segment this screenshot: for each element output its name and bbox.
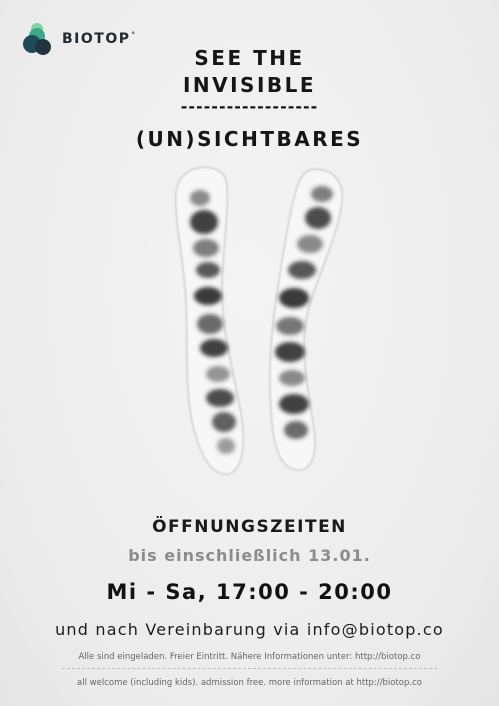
footer-note-english: all welcome (including kids). admission … bbox=[77, 678, 422, 688]
headline-line-1: SEE THE bbox=[194, 46, 305, 70]
opening-hours-title: ÖFFNUNGSZEITEN bbox=[152, 517, 347, 537]
appointment-contact[interactable]: und nach Vereinbarung via info@biotop.co bbox=[0, 620, 499, 639]
chromosome-image bbox=[160, 160, 350, 484]
footer-divider bbox=[62, 668, 437, 669]
footer-note-german: Alle sind eingeladen. Freier Eintritt. N… bbox=[78, 652, 421, 662]
headline-divider: ------------------ bbox=[180, 97, 319, 116]
headline-line-3: (UN)SICHTBARES bbox=[135, 127, 364, 151]
brand-name: BIOTOP° bbox=[62, 31, 137, 47]
chromosome-pair-icon bbox=[174, 166, 344, 476]
headline-line-2: INVISIBLE bbox=[182, 73, 317, 97]
opening-hours: Mi - Sa, 17:00 - 20:00 bbox=[106, 580, 393, 604]
opening-until-date: bis einschließlich 13.01. bbox=[128, 546, 371, 565]
